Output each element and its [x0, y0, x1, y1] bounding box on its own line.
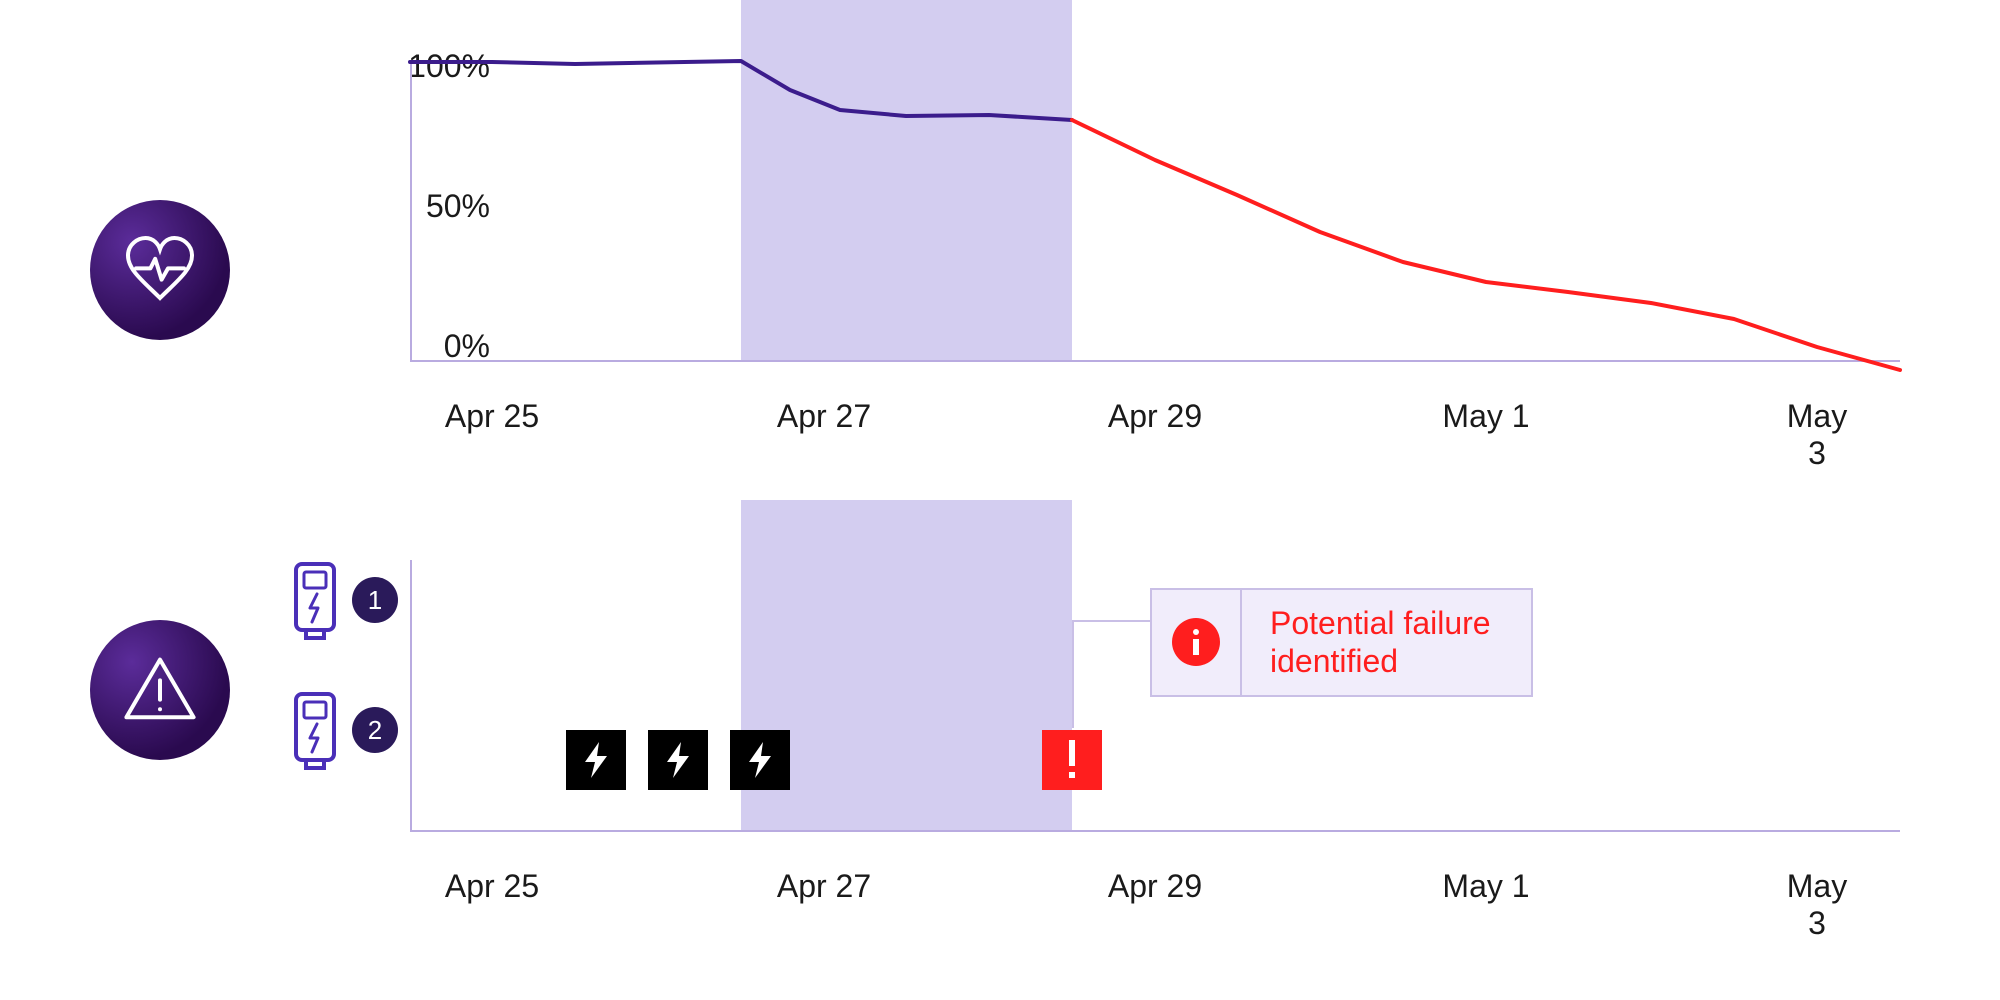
x-axis	[410, 360, 1900, 362]
x-tick-4: May 3	[1776, 398, 1859, 472]
charger-row-2: 2	[290, 690, 398, 770]
events-chart-area: Potential failure identified Apr 25 Apr …	[410, 560, 1900, 860]
x-tick-0: Apr 25	[445, 398, 539, 435]
x-tick-2: Apr 29	[1108, 868, 1202, 905]
row-number-2: 2	[352, 707, 398, 753]
x-tick-3: May 1	[1442, 868, 1529, 905]
x-tick-2: Apr 29	[1108, 398, 1202, 435]
charge-event-icon	[730, 730, 790, 790]
charge-event-icon	[566, 730, 626, 790]
x-tick-1: Apr 27	[777, 868, 871, 905]
health-chart-panel: 100% 50% 0% Apr 25 Apr 27 Apr 29 May 1 M…	[0, 0, 2000, 500]
callout-text: Potential failure identified	[1242, 590, 1531, 695]
charge-event-icon	[648, 730, 708, 790]
x-tick-0: Apr 25	[445, 868, 539, 905]
heart-pulse-icon	[90, 200, 230, 340]
charger-icon	[290, 690, 340, 770]
health-chart-area: Apr 25 Apr 27 Apr 29 May 1 May 3	[410, 60, 1900, 380]
line-normal	[410, 61, 1072, 120]
x-tick-1: Apr 27	[777, 398, 871, 435]
charger-icon	[290, 560, 340, 640]
health-line-svg	[410, 60, 1900, 360]
x-axis	[410, 830, 1900, 832]
row-number-1: 1	[352, 577, 398, 623]
x-tick-3: May 1	[1442, 398, 1529, 435]
warning-triangle-icon	[90, 620, 230, 760]
events-panel: 1 2	[0, 530, 2000, 970]
info-icon	[1172, 618, 1220, 666]
callout-icon-box	[1152, 590, 1242, 695]
callout-leader	[1072, 620, 1152, 728]
highlight-band	[741, 500, 1072, 830]
alert-event-icon	[1042, 730, 1102, 790]
charger-row-1: 1	[290, 560, 398, 640]
failure-callout: Potential failure identified	[1150, 588, 1533, 697]
line-alert	[1072, 120, 1900, 370]
y-axis	[410, 560, 412, 830]
x-tick-4: May 3	[1776, 868, 1859, 942]
